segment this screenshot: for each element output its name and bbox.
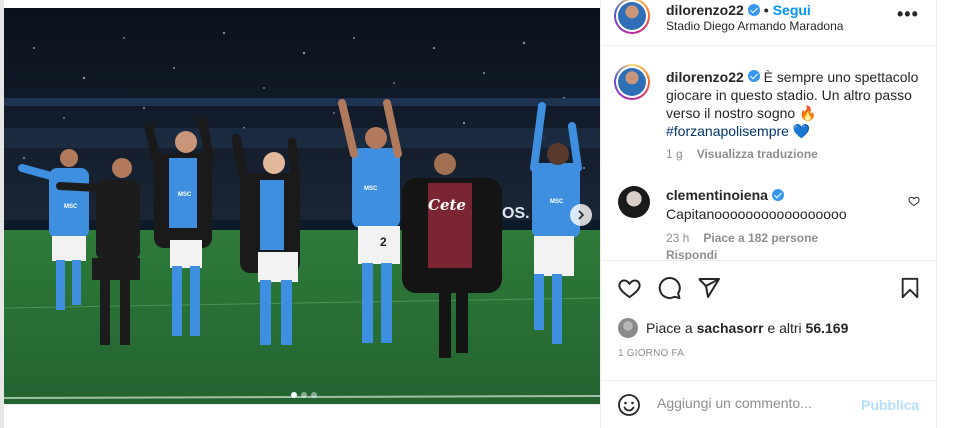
commenter-username[interactable]: clementinoiena xyxy=(666,187,768,203)
caption-meta: 1 g Visualizza traduzione xyxy=(666,147,818,161)
right-page-gutter xyxy=(936,0,970,428)
likes-summary: Piace a sachasorr e altri 56.169 xyxy=(618,318,848,338)
publish-button[interactable]: Pubblica xyxy=(861,397,919,413)
kit-sponsor-text: MSC xyxy=(64,204,78,210)
smiley-icon[interactable] xyxy=(617,393,641,417)
comment-meta: 23 h Piace a 182 persone xyxy=(666,231,818,245)
actions-divider xyxy=(601,260,937,261)
comment-time: 23 h xyxy=(666,231,690,245)
comment-like-heart-icon[interactable] xyxy=(908,195,920,207)
commenter-username-row: clementinoiena xyxy=(666,187,784,203)
verified-badge-icon xyxy=(771,189,784,201)
likes-count[interactable]: 56.169 xyxy=(806,320,849,336)
caption-time: 1 g xyxy=(666,147,683,161)
verified-badge-icon xyxy=(747,4,760,16)
author-username-row: dilorenzo22 • Segui xyxy=(666,2,811,18)
post-header: dilorenzo22 • Segui Stadio Diego Armando… xyxy=(601,0,937,46)
carousel-dot xyxy=(301,392,307,398)
fire-emoji: 🔥 xyxy=(799,105,817,121)
add-comment-bar: Pubblica xyxy=(601,380,937,428)
liker-avatar[interactable] xyxy=(618,318,638,338)
commenter-avatar[interactable] xyxy=(618,186,650,218)
post-photo[interactable]: CIOS. 2 Cete MSC MSC MSC MSC xyxy=(4,8,600,404)
kit-sponsor-text: MSC xyxy=(364,186,378,192)
blue-heart-emoji: 💙 xyxy=(792,123,811,139)
reply-button[interactable]: Rispondi xyxy=(666,248,717,260)
comment-likes-count[interactable]: Piace a 182 persone xyxy=(703,231,818,245)
liker-username[interactable]: sachasorr xyxy=(697,320,764,336)
caption-author-avatar[interactable] xyxy=(614,64,650,100)
post-date[interactable]: 1 GIORNO FA xyxy=(618,348,684,359)
comment-text: Capitanooooooooooooooooo xyxy=(666,206,847,222)
caption-hashtag[interactable]: #forzanapolisempre xyxy=(666,123,789,139)
carousel-next-button[interactable] xyxy=(570,204,592,226)
kit-sponsor-text: MSC xyxy=(550,199,564,205)
bookmark-icon[interactable] xyxy=(899,276,921,300)
author-username[interactable]: dilorenzo22 xyxy=(666,2,744,18)
carousel-dot xyxy=(311,392,317,398)
photo-bottom-strip xyxy=(4,404,600,428)
shorts-number: 2 xyxy=(380,235,387,249)
comment-icon[interactable] xyxy=(657,276,682,300)
separator-dot: • xyxy=(763,2,769,18)
send-icon[interactable] xyxy=(697,276,721,300)
sponsor-text: Cete xyxy=(428,196,466,214)
verified-badge-icon xyxy=(747,70,760,82)
kit-sponsor-text: MSC xyxy=(178,192,192,198)
carousel-dot-active xyxy=(291,392,297,398)
carousel-indicator xyxy=(291,392,317,398)
more-horizontal-icon[interactable]: ••• xyxy=(897,4,919,25)
likes-connector: e altri xyxy=(767,320,802,336)
likes-prefix: Piace a xyxy=(646,320,693,336)
caption-username[interactable]: dilorenzo22 xyxy=(666,69,744,85)
likes-text: Piace a sachasorr e altri 56.169 xyxy=(646,320,848,336)
post-side-panel: dilorenzo22 • Segui Stadio Diego Armando… xyxy=(600,0,937,428)
heart-icon[interactable] xyxy=(617,276,642,300)
post-caption: dilorenzo22 È sempre uno spettacolo gioc… xyxy=(666,68,921,140)
chevron-right-icon xyxy=(578,210,585,220)
author-avatar[interactable] xyxy=(614,0,650,34)
stadium-photo: CIOS. 2 Cete MSC MSC MSC MSC xyxy=(4,8,600,404)
comment-input[interactable] xyxy=(657,395,847,411)
post-location[interactable]: Stadio Diego Armando Maradona xyxy=(666,19,843,33)
translate-link[interactable]: Visualizza traduzione xyxy=(697,147,818,161)
follow-button[interactable]: Segui xyxy=(773,2,811,18)
